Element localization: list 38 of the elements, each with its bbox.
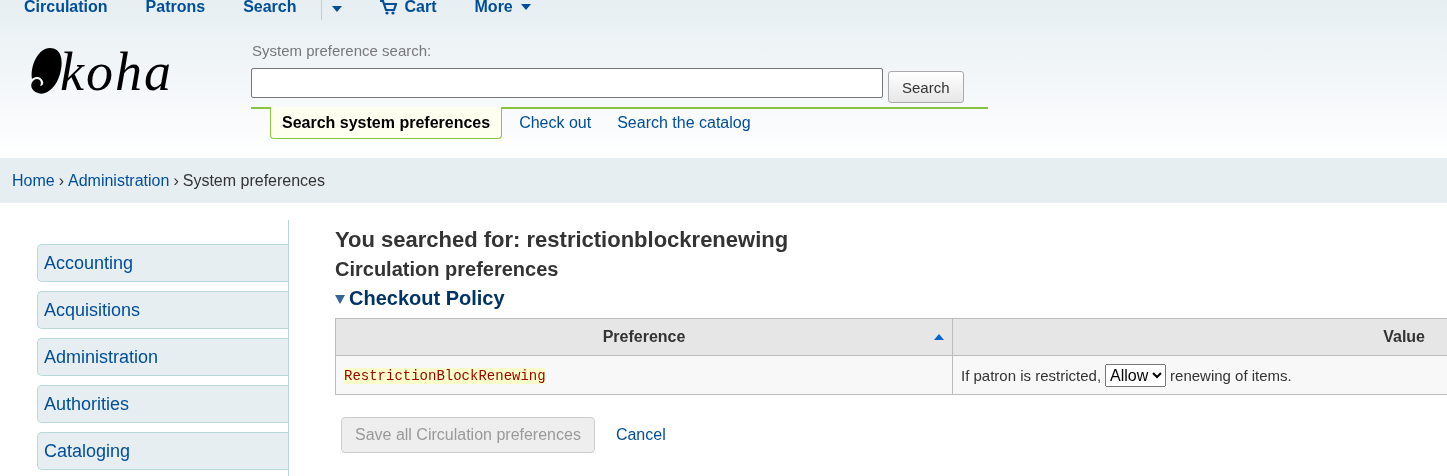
- caret-icon: [331, 6, 342, 12]
- logo-text: koha: [60, 41, 173, 103]
- caret-icon: [520, 4, 531, 10]
- sidebar-item[interactable]: Administration: [37, 338, 288, 376]
- breadcrumb-link[interactable]: Administration: [68, 171, 170, 190]
- cancel-link[interactable]: Cancel: [615, 426, 666, 444]
- expand-icon: [335, 293, 345, 304]
- nav-link[interactable]: Patrons: [145, 0, 206, 16]
- section-title: Circulation preferences: [335, 258, 560, 281]
- page-title: You searched for: restrictionblockrenewing: [335, 227, 790, 253]
- column-header[interactable]: Preference: [335, 318, 953, 356]
- cart-icon: [379, 0, 397, 15]
- group-title[interactable]: Checkout Policy: [335, 287, 1447, 310]
- cart-link[interactable]: Cart: [379, 0, 437, 16]
- search-tab[interactable]: Search the catalog: [606, 107, 762, 138]
- sort-icon: [934, 334, 944, 340]
- value-select[interactable]: Allow: [1105, 363, 1167, 387]
- breadcrumb-current: System preferences: [182, 171, 325, 190]
- breadcrumb-link[interactable]: Home: [12, 171, 55, 190]
- nav-link[interactable]: Circulation: [24, 0, 108, 16]
- preference-name: RestrictionBlockRenewing: [344, 368, 546, 384]
- breadcrumb-separator: ›: [173, 171, 179, 190]
- sidebar-item[interactable]: Acquisitions: [37, 291, 288, 329]
- sidebar-item[interactable]: Cataloging: [37, 432, 288, 470]
- nav-link[interactable]: Search: [243, 0, 297, 16]
- more-menu[interactable]: More: [474, 0, 531, 16]
- column-header[interactable]: Value: [952, 318, 1447, 356]
- sidebar-item[interactable]: Accounting: [37, 244, 288, 282]
- breadcrumb-separator: ›: [58, 171, 64, 190]
- sidebar-item[interactable]: Authorities: [37, 385, 288, 423]
- value-text: If patron is restricted,: [961, 366, 1102, 384]
- search-tab[interactable]: Check out: [508, 107, 603, 138]
- search-field[interactable]: [251, 68, 883, 98]
- search-tab[interactable]: Search system preferences: [270, 107, 503, 139]
- search-label: System preference search:: [252, 42, 433, 59]
- nav-dropdown[interactable]: [331, 6, 342, 12]
- value-text: renewing of items.: [1170, 366, 1292, 384]
- search-button[interactable]: Search: [888, 71, 964, 103]
